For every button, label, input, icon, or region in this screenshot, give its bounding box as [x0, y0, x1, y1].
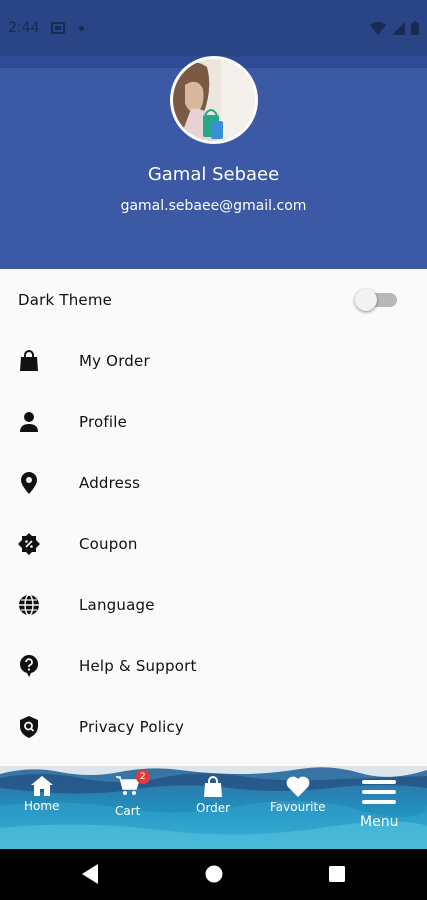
- menu-item-privacy-policy[interactable]: Privacy Policy: [0, 696, 427, 757]
- home-circle-icon[interactable]: [205, 864, 223, 884]
- menu-item-label: Profile: [79, 412, 128, 431]
- menu-item-address[interactable]: Address: [0, 452, 427, 513]
- dark-theme-row: Dark Theme: [0, 269, 427, 330]
- menu-item-label: Coupon: [79, 534, 138, 553]
- nav-home-label: Home: [24, 799, 60, 813]
- status-notification-icons: [51, 22, 85, 34]
- avatar[interactable]: [170, 56, 258, 144]
- system-navigation-bar: [0, 849, 427, 900]
- user-name: Gamal Sebaee: [147, 164, 280, 185]
- menu-bar-icon: [362, 800, 397, 804]
- battery-icon: [411, 21, 419, 35]
- coupon-icon: [18, 532, 40, 555]
- signal-icon: [392, 21, 405, 35]
- profile-header: Gamal Sebaee gamal.sebaee@gmail.com: [0, 56, 427, 269]
- menu-item-label: Privacy Policy: [79, 717, 185, 736]
- dark-theme-toggle[interactable]: [355, 288, 397, 311]
- drawer-menu: Dark Theme My Order Profile Address Coup…: [0, 269, 427, 757]
- wifi-icon: [370, 21, 386, 35]
- status-bar: 2:44: [0, 0, 427, 56]
- heart-icon: [286, 776, 310, 797]
- menu-item-language[interactable]: Language: [0, 574, 427, 635]
- dark-theme-label: Dark Theme: [18, 290, 113, 309]
- home-icon: [30, 776, 53, 796]
- shopping-bag-icon: [18, 349, 40, 372]
- menu-item-coupon[interactable]: Coupon: [0, 513, 427, 574]
- cart-badge: 2: [135, 770, 150, 784]
- person-icon: [18, 411, 40, 433]
- menu-item-profile[interactable]: Profile: [0, 391, 427, 452]
- nav-home[interactable]: Home: [24, 776, 59, 813]
- nav-menu-label: Menu: [360, 814, 399, 830]
- nav-order-label: Order: [196, 801, 231, 815]
- globe-icon: [18, 593, 40, 616]
- nav-cart[interactable]: 2 Cart: [115, 770, 150, 818]
- nav-cart-label: Cart: [115, 804, 141, 818]
- status-system-icons: [370, 21, 419, 35]
- help-icon: [18, 654, 40, 677]
- toggle-knob: [355, 288, 377, 311]
- menu-item-label: Help & Support: [79, 656, 197, 675]
- nav-order[interactable]: Order: [196, 776, 230, 815]
- status-time: 2:44: [8, 20, 40, 36]
- nav-favourite[interactable]: Favourite: [270, 776, 326, 814]
- user-email: gamal.sebaee@gmail.com: [120, 198, 307, 214]
- order-bag-icon: [204, 776, 223, 797]
- location-pin-icon: [18, 471, 40, 494]
- menu-bar-icon: [362, 780, 397, 784]
- cart-icon-wrap: 2: [115, 770, 150, 801]
- privacy-shield-icon: [18, 715, 40, 738]
- dot-icon: [79, 25, 85, 31]
- bottom-navigation: Home 2 Cart Order Favourite Menu: [0, 766, 427, 849]
- back-icon[interactable]: [82, 864, 100, 884]
- nav-favourite-label: Favourite: [270, 800, 326, 814]
- nav-menu[interactable]: Menu: [360, 780, 398, 830]
- menu-item-my-order[interactable]: My Order: [0, 330, 427, 391]
- menu-item-label: Address: [79, 473, 141, 492]
- avatar-photo: [173, 59, 255, 141]
- message-icon: [51, 22, 66, 34]
- menu-item-label: My Order: [79, 351, 150, 370]
- menu-bar-icon: [362, 790, 397, 794]
- menu-item-help-support[interactable]: Help & Support: [0, 635, 427, 696]
- menu-item-label: Language: [79, 595, 155, 614]
- recents-icon[interactable]: [328, 864, 346, 884]
